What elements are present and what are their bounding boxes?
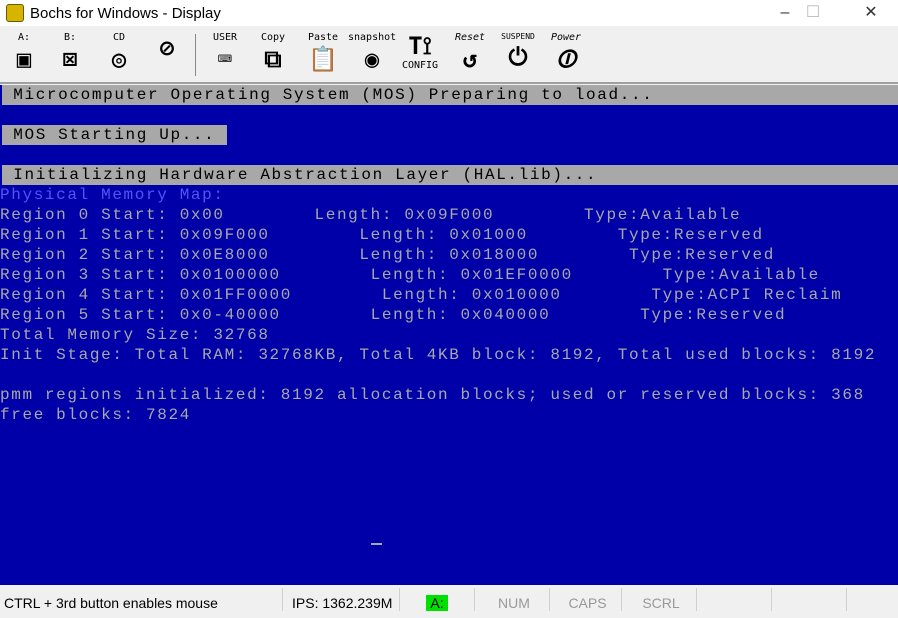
reset-icon: ↺ [462, 45, 478, 73]
config-label: CONFIG [401, 60, 439, 71]
memory-region-row: Region 3 Start: 0x0100000 Length: 0x01EF… [0, 266, 820, 284]
cdrom-label: CD [112, 32, 126, 43]
paste-label: Paste [307, 32, 339, 43]
text-cursor [371, 543, 382, 545]
suspend-icon: ⏻ [508, 43, 528, 71]
mos-row: MOS Starting Up... [0, 125, 898, 145]
pmm-line: pmm regions initialized: 8192 allocation… [0, 386, 865, 404]
blank-row [0, 145, 898, 165]
power-label: Power [550, 32, 582, 43]
snapshot-button[interactable]: snapshot ◉ [348, 32, 396, 78]
init-stage-line: Init Stage: Total RAM: 32768KB, Total 4K… [0, 346, 877, 364]
user-label: USER [212, 32, 238, 43]
status-ips: IPS: 1362.239M [284, 588, 400, 611]
suspend-button[interactable]: SUSPEND ⏻ [496, 32, 540, 78]
floppy-b-button[interactable]: B: ⊠ [50, 32, 90, 78]
camera-icon: ◉ [364, 45, 380, 73]
status-hint: CTRL + 3rd button enables mouse [0, 588, 283, 611]
cdrom-button[interactable]: CD ◎ [97, 32, 141, 78]
memory-region-row: Region 0 Start: 0x00 Length: 0x09F000 Ty… [0, 206, 742, 224]
user-button[interactable]: USER ⌨ [204, 32, 246, 78]
status-bar: CTRL + 3rd button enables mouse IPS: 136… [0, 588, 898, 611]
hal-banner: Initializing Hardware Abstraction Layer … [2, 165, 898, 185]
paste-button[interactable]: Paste 📋 [303, 32, 343, 78]
snapshot-label: snapshot [348, 32, 397, 43]
free-blocks-line: free blocks: 7824 [0, 406, 191, 424]
status-drive: A: [400, 588, 475, 611]
mouse-icon: ⊘ [159, 34, 175, 62]
floppy-b-label: B: [63, 32, 77, 43]
power-icon: ⏼ [556, 45, 576, 73]
status-empty-2 [772, 588, 847, 611]
floppy-a-button[interactable]: A: ▣ [6, 32, 42, 78]
status-empty-1 [697, 588, 772, 611]
power-button[interactable]: Power ⏼ [544, 32, 588, 78]
bochs-app-icon [6, 4, 24, 22]
toolbar-divider [195, 34, 196, 76]
blank-row [0, 365, 898, 385]
memory-region-row: Region 4 Start: 0x01FF0000 Length: 0x010… [0, 286, 843, 304]
floppy-b-icon: ⊠ [62, 45, 78, 73]
memory-region-row: Region 2 Start: 0x0E8000 Length: 0x01800… [0, 246, 775, 264]
scroll-lock-indicator: SCRL [622, 588, 697, 611]
toolbar: A: ▣ B: ⊠ CD ◎ ⊘ USER ⌨ Copy ⧉ Paste 📋 snapsho… [0, 26, 898, 84]
close-button[interactable]: ✕ [848, 0, 894, 26]
title-bar: Bochs for Windows - Display – ☐ ✕ [0, 0, 898, 26]
keyboard-icon: ⌨ [217, 45, 233, 73]
copy-icon: ⧉ [264, 45, 282, 73]
blank-row [0, 105, 898, 125]
maximize-button[interactable]: ☐ [790, 0, 836, 26]
total-memory-line: Total Memory Size: 32768 [0, 326, 270, 344]
floppy-a-icon: ▣ [16, 45, 32, 73]
config-icon: T⟟ [408, 32, 432, 60]
config-button[interactable]: T⟟ CONFIG [400, 32, 440, 78]
floppy-a-label: A: [17, 32, 31, 43]
memory-region-row: Region 5 Start: 0x0-40000 Length: 0x0400… [0, 306, 787, 324]
mouse-button[interactable]: ⊘ [146, 32, 188, 78]
memory-region-row: Region 1 Start: 0x09F000 Length: 0x01000… [0, 226, 764, 244]
reset-label: Reset [454, 32, 486, 43]
cdrom-icon: ◎ [111, 45, 127, 73]
drive-a-indicator: A: [426, 595, 448, 611]
caps-lock-indicator: CAPS [550, 588, 622, 611]
reset-button[interactable]: Reset ↺ [448, 32, 492, 78]
suspend-label: SUSPEND [501, 32, 535, 41]
mos-starting-banner: MOS Starting Up... [2, 125, 227, 145]
copy-label: Copy [260, 32, 286, 43]
num-lock-indicator: NUM [475, 588, 550, 611]
vga-display[interactable]: Microcomputer Operating System (MOS) Pre… [0, 85, 898, 585]
paste-icon: 📋 [308, 45, 338, 73]
boot-banner: Microcomputer Operating System (MOS) Pre… [2, 85, 898, 105]
window-title: Bochs for Windows - Display [30, 4, 221, 22]
memory-map-heading: Physical Memory Map: [0, 186, 225, 204]
copy-button[interactable]: Copy ⧉ [255, 32, 291, 78]
